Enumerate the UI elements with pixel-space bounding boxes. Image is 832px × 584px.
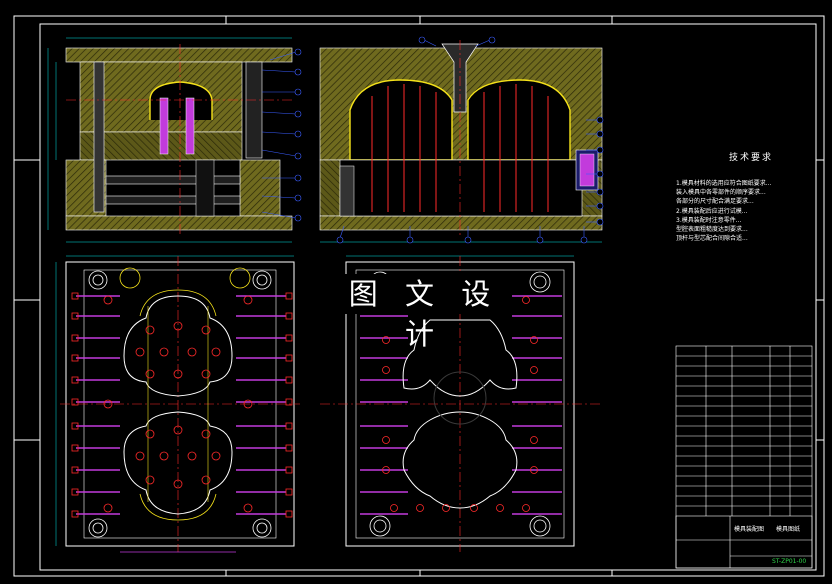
screw-hole (382, 436, 390, 444)
bolt-head (285, 334, 293, 342)
bolt-head (285, 292, 293, 300)
bolt-head (285, 354, 293, 362)
section-view-right (319, 40, 603, 243)
requirement-line: 型腔表面粗糙度达到要求... (676, 226, 748, 234)
bolt-head (285, 466, 293, 474)
ejector-pin-hole (135, 347, 145, 357)
title-block (675, 345, 813, 569)
ejector-pin-hole (201, 369, 211, 379)
ejector-pin-hole (145, 325, 155, 335)
drawing-type-label: 模具图纸 (776, 526, 801, 533)
section-view-left (47, 37, 293, 243)
watermark-text: 图 文 设 计 (338, 274, 510, 351)
ejector-pin-hole (145, 429, 155, 439)
screw-hole (496, 504, 504, 512)
ejector-pin-hole (201, 475, 211, 485)
screw-hole (382, 366, 390, 374)
bolt-head (285, 488, 293, 496)
bolt-head (285, 376, 293, 384)
ejector-pin-hole (187, 347, 197, 357)
drawing-number-label: ST-ZP01-00 (772, 558, 807, 565)
screw-hole (522, 504, 530, 512)
drawing-name-label: 模具装配图 (734, 526, 765, 533)
bolt-head (285, 510, 293, 518)
plan-view-left (55, 255, 300, 553)
screw-hole (530, 436, 538, 444)
requirement-line: 各部分的尺寸配合满足要求... (676, 198, 754, 206)
ejector-pin-hole (159, 451, 169, 461)
bolt-head (285, 312, 293, 320)
screw-hole (390, 504, 398, 512)
bolt-head (285, 422, 293, 430)
ejector-pin-hole (187, 451, 197, 461)
bolt-head (285, 444, 293, 452)
requirement-line: 3.模具装配时注意零件... (676, 216, 742, 224)
ejector-pin-hole (145, 475, 155, 485)
technical-requirements: 技术要求 1.模具材料的选用应符合图纸要求... 装入模具中各零部件的顺序要求.… (676, 150, 826, 243)
ejector-pin-hole (159, 347, 169, 357)
ejector-pin-hole (103, 295, 113, 305)
screw-hole (522, 296, 530, 304)
ejector-pin-hole (211, 347, 221, 357)
ejector-pin-hole (243, 295, 253, 305)
requirement-line: 1.模具材料的选用应符合图纸要求... (676, 180, 772, 187)
ejector-pin-hole (201, 325, 211, 335)
ejector-pin-hole (103, 503, 113, 513)
requirement-line: 顶杆与型芯配合间隙合适... (676, 235, 748, 243)
requirement-line: 装入模具中各零部件的顺序要求... (676, 189, 766, 197)
ejector-pin-hole (135, 451, 145, 461)
ejector-pin-hole (201, 429, 211, 439)
ejector-pin-hole (243, 503, 253, 513)
technical-requirements-title: 技术要求 (728, 153, 773, 163)
requirement-line: 2.模具装配后应进行试模... (676, 207, 748, 215)
ejector-pin-hole (211, 451, 221, 461)
screw-hole (530, 366, 538, 374)
screw-hole (416, 504, 424, 512)
ejector-pin-hole (145, 369, 155, 379)
